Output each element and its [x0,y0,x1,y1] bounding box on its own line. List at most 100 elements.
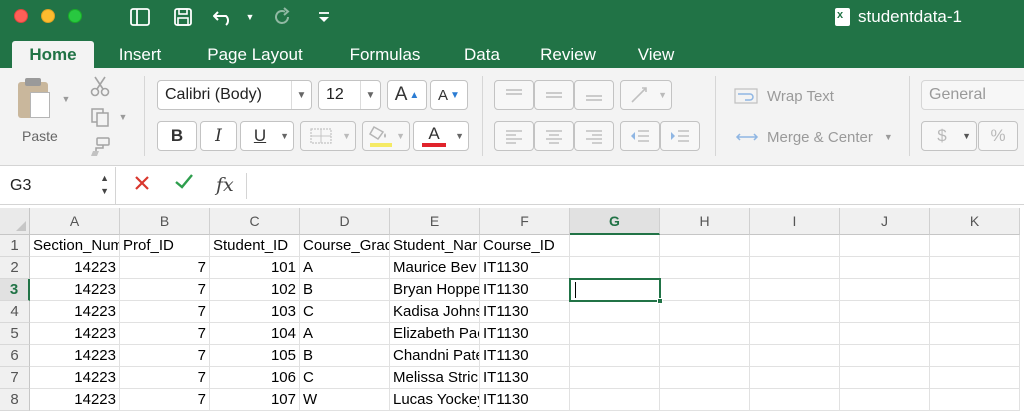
cell-H6[interactable] [660,345,750,367]
cell-I4[interactable] [750,301,840,323]
cell-A6[interactable]: 14223 [30,345,120,367]
cell-B7[interactable]: 7 [120,367,210,389]
cell-F8[interactable]: IT1130 [480,389,570,411]
align-right-button[interactable] [574,121,614,151]
column-header[interactable]: A [30,208,120,235]
cell-E3[interactable]: Bryan Hoppe [390,279,480,301]
cell-C2[interactable]: 101 [210,257,300,279]
cell-J2[interactable] [840,257,930,279]
cell-J8[interactable] [840,389,930,411]
column-header[interactable]: B [120,208,210,235]
cell-K6[interactable] [930,345,1020,367]
cell-K8[interactable] [930,389,1020,411]
cut-icon[interactable] [88,74,112,98]
redo-icon[interactable] [271,6,295,28]
row-header[interactable]: 5 [0,323,30,345]
cell-C1[interactable]: Student_ID [210,235,300,257]
format-painter-icon[interactable] [88,136,112,158]
cell-J4[interactable] [840,301,930,323]
row-header[interactable]: 3 [0,279,30,301]
column-header[interactable]: G [570,208,660,235]
cell-F3[interactable]: IT1130 [480,279,570,301]
cell-D8[interactable]: W [300,389,390,411]
row-header[interactable]: 8 [0,389,30,411]
cell-I1[interactable] [750,235,840,257]
cell-G1[interactable] [570,235,660,257]
borders-button[interactable]: ▼ [300,121,356,151]
row-header[interactable]: 2 [0,257,30,279]
italic-button[interactable]: I [200,121,237,151]
cell-H3[interactable] [660,279,750,301]
customize-toolbar-icon[interactable] [314,6,334,28]
cell-K7[interactable] [930,367,1020,389]
cell-B8[interactable]: 7 [120,389,210,411]
cell-K4[interactable] [930,301,1020,323]
copy-dropdown-icon[interactable]: ▼ [117,110,129,124]
column-header[interactable]: H [660,208,750,235]
wrap-text-button[interactable]: Wrap Text [734,87,834,105]
spreadsheet-grid[interactable]: A B C D E F G H I J K 1 Section_Num Prof_ID Student_ID… [0,208,1024,416]
cell-H1[interactable] [660,235,750,257]
cell-B1[interactable]: Prof_ID [120,235,210,257]
cell-A3[interactable]: 14223 [30,279,120,301]
cell-B5[interactable]: 7 [120,323,210,345]
cell-J1[interactable] [840,235,930,257]
cell-H4[interactable] [660,301,750,323]
cell-D3[interactable]: B [300,279,390,301]
cell-J3[interactable] [840,279,930,301]
cell-H8[interactable] [660,389,750,411]
cell-E5[interactable]: Elizabeth Pac [390,323,480,345]
cell-H5[interactable] [660,323,750,345]
sidebar-toggle-icon[interactable] [128,6,152,28]
column-header[interactable]: F [480,208,570,235]
cell-A4[interactable]: 14223 [30,301,120,323]
select-all-corner[interactable] [0,208,30,235]
cell-D7[interactable]: C [300,367,390,389]
cell-C5[interactable]: 104 [210,323,300,345]
font-size-dropdown[interactable]: 12 ▼ [318,80,381,110]
cell-B3[interactable]: 7 [120,279,210,301]
active-cell-selection[interactable] [569,278,663,304]
close-window-button[interactable] [14,9,28,23]
cell-J5[interactable] [840,323,930,345]
cell-C4[interactable]: 103 [210,301,300,323]
save-icon[interactable] [171,6,195,28]
font-color-button[interactable]: A ▼ [413,121,469,151]
cell-B4[interactable]: 7 [120,301,210,323]
percent-button[interactable]: % [978,121,1018,151]
cell-C7[interactable]: 106 [210,367,300,389]
number-format-dropdown[interactable]: General [921,80,1024,110]
column-header[interactable]: D [300,208,390,235]
cell-E7[interactable]: Melissa Stric [390,367,480,389]
name-box[interactable]: G3 ▲ ▼ [0,167,116,204]
name-box-stepper-icon[interactable]: ▲ ▼ [100,172,109,198]
cell-K3[interactable] [930,279,1020,301]
maximize-window-button[interactable] [68,9,82,23]
cell-E1[interactable]: Student_Nar [390,235,480,257]
cell-D5[interactable]: A [300,323,390,345]
fill-color-button[interactable]: ▼ [362,121,410,151]
bold-button[interactable]: B [157,121,197,151]
tab-formulas[interactable]: Formulas [335,41,435,68]
row-header[interactable]: 7 [0,367,30,389]
minimize-window-button[interactable] [41,9,55,23]
cell-K5[interactable] [930,323,1020,345]
column-header[interactable]: E [390,208,480,235]
cell-D6[interactable]: B [300,345,390,367]
cell-G8[interactable] [570,389,660,411]
orientation-button[interactable]: ▼ [620,80,672,110]
cell-G4[interactable] [570,301,660,323]
cell-K1[interactable] [930,235,1020,257]
grow-font-button[interactable]: A ▲ [387,80,427,110]
cell-I5[interactable] [750,323,840,345]
cell-G7[interactable] [570,367,660,389]
cell-F5[interactable]: IT1130 [480,323,570,345]
cell-E8[interactable]: Lucas Yockey [390,389,480,411]
cell-C8[interactable]: 107 [210,389,300,411]
cell-A8[interactable]: 14223 [30,389,120,411]
undo-icon[interactable] [211,6,239,28]
increase-indent-button[interactable] [660,121,700,151]
column-header[interactable]: C [210,208,300,235]
confirm-entry-icon[interactable] [173,171,195,197]
cell-F7[interactable]: IT1130 [480,367,570,389]
